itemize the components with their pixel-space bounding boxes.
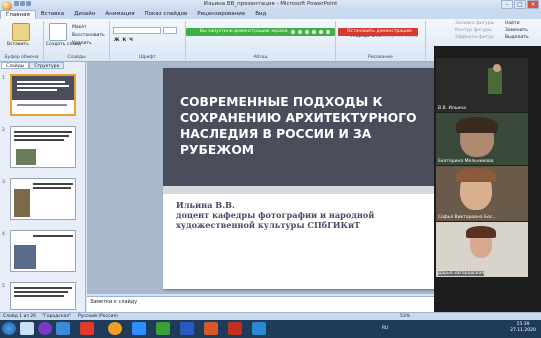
tab-view[interactable]: Вид — [250, 10, 271, 19]
slide-number: 5 — [2, 284, 5, 289]
chrome-icon[interactable] — [108, 322, 122, 335]
participant-name: Софья Викторовна Бес... — [438, 215, 497, 220]
slide-thumbnail-5[interactable] — [10, 282, 76, 310]
shape-effects-button[interactable]: Эффекты фигур — [455, 35, 494, 40]
group-clipboard: Вставить Буфер обмена — [0, 21, 44, 60]
group-slides: Создать слайд Макет Восстановить Удалить… — [44, 21, 110, 60]
group-label: Буфер обмена — [4, 55, 39, 60]
share-status-text: Вы запустили демонстрацию экрана — [200, 29, 288, 34]
language-indicator[interactable]: Русский (Россия) — [78, 314, 118, 319]
word-icon[interactable] — [180, 322, 194, 335]
participant-name: Дарья Загородская — [438, 271, 485, 276]
group-label: Абзац — [253, 55, 268, 60]
shape-fill-button[interactable]: Заливка фигуры — [455, 21, 494, 26]
tab-home[interactable]: Главная — [0, 10, 36, 19]
screen-share-banner: Вы запустили демонстрацию экрана — [186, 28, 335, 36]
language-badge[interactable]: RU — [382, 326, 388, 331]
slide-number: 1 — [2, 76, 5, 81]
slide-title[interactable]: СОВРЕМЕННЫЕ ПОДХОДЫ К СОХРАНЕНИЮ АРХИТЕК… — [180, 94, 436, 158]
slide-thumbnail-1[interactable] — [10, 74, 76, 116]
notes-placeholder: Заметки к слайду — [90, 299, 138, 305]
participant-tile-3[interactable]: Софья Викторовна Бес... — [436, 166, 528, 221]
paste-button[interactable]: Вставить — [7, 42, 29, 47]
tab-review[interactable]: Рецензирование — [192, 10, 250, 19]
status-bar: Слайд 1 из 26 "Городская" Русский (Росси… — [0, 312, 541, 320]
participant-tile-2[interactable]: Екатерина Мельникова — [436, 113, 528, 165]
replace-button[interactable]: Заменить — [505, 28, 528, 33]
alice-icon[interactable] — [38, 322, 52, 335]
share-control-icon[interactable] — [326, 30, 330, 34]
layout-button[interactable]: Макет — [72, 25, 87, 30]
participant-video — [466, 226, 496, 238]
select-button[interactable]: Выделить — [505, 35, 529, 40]
tab-outline[interactable]: Структура — [29, 62, 65, 69]
group-label: Слайды — [67, 55, 86, 60]
share-control-icon[interactable] — [319, 30, 323, 34]
reset-button[interactable]: Восстановить — [72, 33, 105, 38]
tab-slideshow[interactable]: Показ слайдов — [140, 10, 193, 19]
share-control-icon[interactable] — [291, 30, 295, 34]
group-drawing: Упорядочить Экспресс-стили Рисование — [336, 21, 426, 60]
slide-number: 4 — [2, 232, 5, 237]
slide-thumbnail-3[interactable] — [10, 178, 76, 220]
clock-date: 27.11.2020 — [510, 328, 536, 333]
slide-divider — [163, 186, 440, 194]
find-button[interactable]: Найти — [505, 21, 520, 26]
close-button[interactable]: × — [527, 0, 539, 9]
tab-design[interactable]: Дизайн — [69, 10, 100, 19]
participant-name: В.В. Ильина — [438, 106, 466, 111]
share-control-icon[interactable] — [298, 30, 302, 34]
tab-animation[interactable]: Анимация — [100, 10, 139, 19]
slide-number: 2 — [2, 128, 5, 133]
system-clock[interactable]: 15:39 27.11.2020 — [508, 322, 538, 334]
start-button[interactable] — [2, 322, 16, 335]
media-icon[interactable] — [56, 322, 70, 335]
participant-tile-4[interactable]: Дарья Загородская — [436, 222, 528, 277]
window-title: Ильина ВВ_презентация - Microsoft PowerP… — [203, 1, 338, 7]
acrobat-icon[interactable] — [228, 322, 242, 335]
maximize-button[interactable]: □ — [514, 0, 526, 9]
stop-share-button[interactable]: Остановить демонстрацию — [338, 28, 418, 36]
slide-count: Слайд 1 из 26 — [3, 314, 37, 319]
participant-tile-1[interactable]: В.В. Ильина — [436, 58, 528, 112]
paste-icon[interactable] — [12, 23, 30, 41]
explorer-icon[interactable] — [20, 322, 34, 335]
zoom-level[interactable]: 53% — [400, 314, 410, 319]
ribbon-tabs: Главная Вставка Дизайн Анимация Показ сл… — [0, 10, 541, 19]
slide-number: 3 — [2, 180, 5, 185]
slides-panel-tabs: Слайды Структура — [1, 62, 85, 69]
shape-outline-button[interactable]: Контур фигуры — [455, 28, 492, 33]
participant-video — [456, 168, 496, 182]
font-name-select[interactable] — [113, 27, 161, 34]
slide-thumbnail-4[interactable] — [10, 230, 76, 272]
theme-name: "Городская" — [42, 314, 72, 319]
share-control-icon[interactable] — [312, 30, 316, 34]
share-control-icon[interactable] — [305, 30, 309, 34]
group-font: ЖКЧ Шрифт — [110, 21, 186, 60]
font-style-buttons[interactable]: ЖКЧ — [114, 38, 136, 43]
tab-slides[interactable]: Слайды — [1, 62, 30, 69]
excel-icon[interactable] — [156, 322, 170, 335]
participant-video — [493, 64, 501, 72]
delete-button[interactable]: Удалить — [72, 41, 92, 46]
slide-thumbnail-2[interactable] — [10, 126, 76, 168]
window-controls: – □ × — [501, 0, 539, 9]
participant-video — [488, 68, 502, 94]
font-size-select[interactable] — [163, 27, 177, 34]
tab-insert[interactable]: Вставка — [36, 10, 69, 19]
zoom-icon[interactable] — [132, 322, 146, 335]
group-label: Шрифт — [138, 55, 157, 60]
slide-author[interactable]: Ильина В.В. доцент кафедры фотографии и … — [176, 200, 436, 230]
participant-name: Екатерина Мельникова — [438, 159, 494, 164]
yandex-icon[interactable] — [80, 322, 94, 335]
powerpoint-icon[interactable] — [204, 322, 218, 335]
group-paragraph: Абзац — [186, 21, 336, 60]
group-label: Рисование — [368, 55, 393, 60]
participant-video — [456, 117, 498, 133]
minimize-button[interactable]: – — [501, 0, 513, 9]
notes-pane[interactable]: Заметки к слайду — [87, 296, 441, 312]
new-slide-icon[interactable] — [49, 23, 67, 41]
skype-icon[interactable] — [252, 322, 266, 335]
